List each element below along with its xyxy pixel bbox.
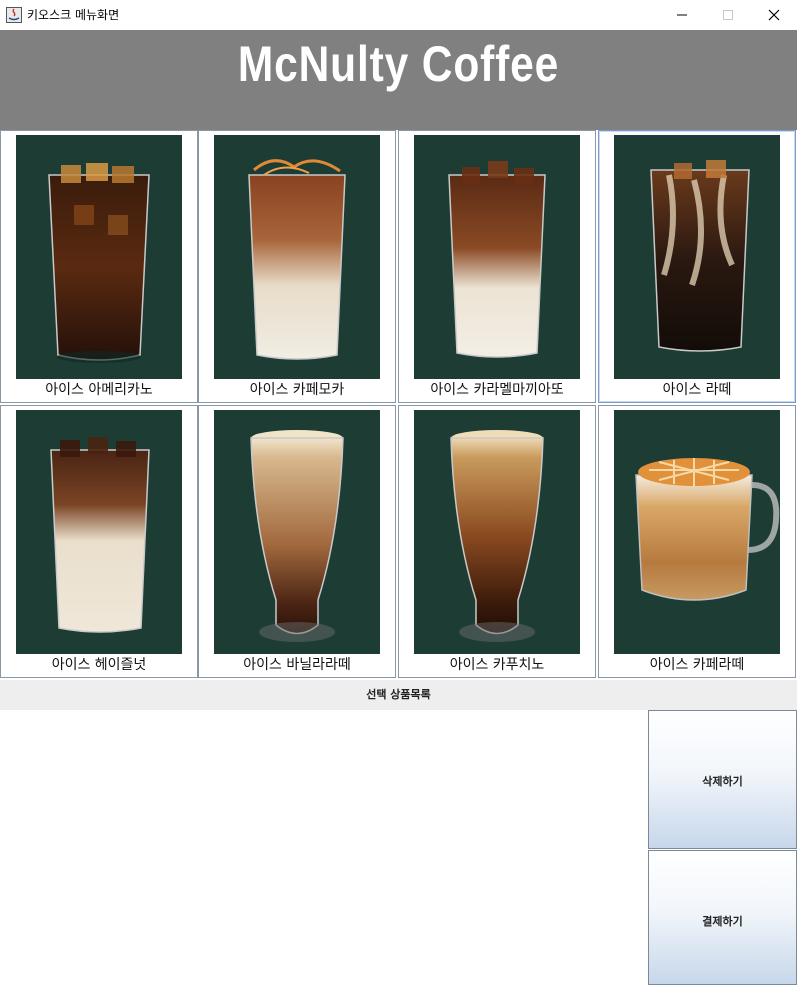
- menu-item-label: 아이스 카라멜마끼아또: [430, 382, 564, 398]
- menu-item-iced-americano[interactable]: 아이스 아메리카노: [0, 130, 198, 403]
- menu-item-label: 아이스 카페모카: [249, 382, 345, 398]
- pay-button[interactable]: 결제하기: [648, 850, 797, 985]
- menu-grid: 아이스 아메리카노 아이스 카페모카 아이스 카라멜마끼아또 아이스 라떼 아이…: [0, 130, 797, 680]
- close-icon: [768, 9, 780, 21]
- menu-item-label: 아이스 헤이즐넛: [51, 657, 147, 673]
- close-button[interactable]: [751, 0, 797, 30]
- menu-item-iced-caramel-macchiato[interactable]: 아이스 카라멜마끼아또: [398, 130, 596, 403]
- menu-item-label: 아이스 카푸치노: [449, 657, 545, 673]
- menu-item-iced-cafe-latte[interactable]: 아이스 카페라떼: [598, 405, 796, 678]
- selected-items-list[interactable]: [0, 710, 648, 985]
- iced-hazelnut-image: [16, 410, 182, 654]
- menu-item-label: 아이스 라떼: [662, 382, 732, 398]
- menu-item-iced-cappuccino[interactable]: 아이스 카푸치노: [398, 405, 596, 678]
- menu-item-iced-hazelnut[interactable]: 아이스 헤이즐넛: [0, 405, 198, 678]
- iced-cappuccino-image: [414, 410, 580, 654]
- selected-items-label: 선택 상품목록: [0, 680, 797, 710]
- iced-americano-image: [16, 135, 182, 379]
- java-app-icon: [6, 7, 22, 23]
- iced-cafe-latte-image: [614, 410, 780, 654]
- title-bar: 키오스크 메뉴화면: [0, 0, 797, 30]
- menu-item-label: 아이스 카페라떼: [649, 657, 745, 673]
- iced-latte-image: [614, 135, 780, 379]
- delete-button[interactable]: 삭제하기: [648, 710, 797, 849]
- kiosk-window: 키오스크 메뉴화면 McNulty Coffee 아이스 아메리카노 아이스 카…: [0, 0, 797, 985]
- menu-item-iced-latte[interactable]: 아이스 라떼: [598, 130, 796, 403]
- iced-caramel-macchiato-image: [414, 135, 580, 379]
- iced-vanilla-latte-image: [214, 410, 380, 654]
- pay-button-label: 결제하기: [702, 915, 743, 928]
- maximize-button[interactable]: [705, 0, 751, 30]
- menu-item-iced-cafe-mocha[interactable]: 아이스 카페모카: [198, 130, 396, 403]
- menu-item-label: 아이스 아메리카노: [45, 382, 153, 398]
- delete-button-label: 삭제하기: [702, 775, 743, 788]
- minimize-icon: [677, 14, 687, 16]
- minimize-button[interactable]: [659, 0, 705, 30]
- menu-item-label: 아이스 바닐라라떼: [243, 657, 351, 673]
- brand-title: McNulty Coffee: [237, 36, 560, 92]
- menu-item-iced-vanilla-latte[interactable]: 아이스 바닐라라떼: [198, 405, 396, 678]
- iced-cafe-mocha-image: [214, 135, 380, 379]
- brand-header: McNulty Coffee: [0, 30, 797, 130]
- window-title: 키오스크 메뉴화면: [27, 8, 120, 22]
- maximize-icon: [723, 10, 733, 20]
